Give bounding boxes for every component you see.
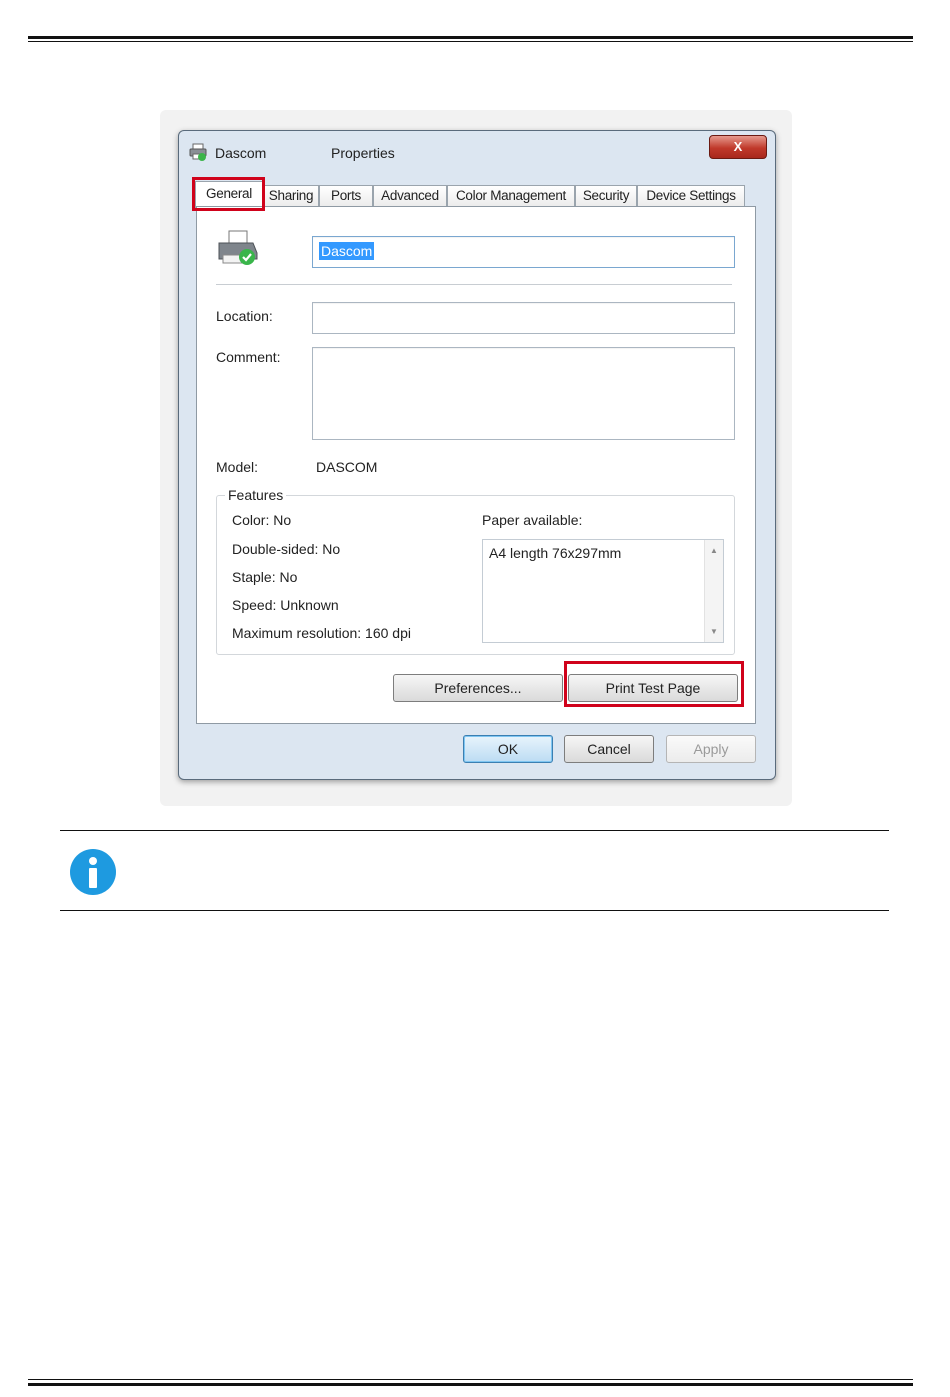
feature-speed: Speed: Unknown bbox=[232, 597, 339, 613]
printer-icon bbox=[189, 143, 207, 161]
printer-large-icon bbox=[218, 230, 258, 265]
tab-sharing[interactable]: Sharing bbox=[263, 185, 319, 206]
feature-color: Color: No bbox=[232, 512, 292, 528]
tab-advanced-label: Advanced bbox=[381, 188, 439, 203]
general-tab-highlight bbox=[192, 177, 265, 211]
location-label: Location: bbox=[216, 308, 273, 324]
title-printer-name: Dascom bbox=[215, 145, 267, 161]
apply-label: Apply bbox=[693, 741, 729, 757]
close-icon: X bbox=[733, 139, 743, 154]
tab-advanced[interactable]: Advanced bbox=[373, 185, 447, 206]
tab-color-management-label: Color Management bbox=[455, 188, 566, 203]
model-value: DASCOM bbox=[316, 459, 378, 475]
apply-button: Apply bbox=[666, 735, 756, 763]
tab-device-settings[interactable]: Device Settings bbox=[637, 185, 745, 206]
tab-ports-label: Ports bbox=[330, 188, 361, 203]
comment-textarea[interactable] bbox=[312, 347, 735, 440]
footer-rule-thin bbox=[28, 1379, 913, 1380]
features-legend: Features bbox=[225, 487, 287, 503]
cancel-button[interactable]: Cancel bbox=[564, 735, 654, 763]
feature-staple: Staple: No bbox=[232, 569, 298, 585]
preferences-label: Preferences... bbox=[434, 680, 522, 696]
paper-list-scrollbar[interactable]: ▲ ▼ bbox=[704, 540, 723, 642]
tab-device-settings-label: Device Settings bbox=[646, 188, 736, 203]
separator bbox=[216, 284, 732, 285]
feature-double-sided: Double-sided: No bbox=[232, 541, 341, 557]
tab-sharing-label: Sharing bbox=[268, 188, 314, 203]
note-bottom-rule bbox=[60, 910, 889, 911]
comment-label: Comment: bbox=[216, 349, 281, 365]
footer-rule bbox=[28, 1383, 913, 1386]
note-top-rule bbox=[60, 830, 889, 831]
tab-color-management[interactable]: Color Management bbox=[447, 185, 575, 206]
info-icon bbox=[70, 849, 116, 895]
tab-security-label: Security bbox=[582, 188, 630, 203]
title-text: Properties bbox=[331, 145, 395, 161]
feature-max-resolution: Maximum resolution: 160 dpi bbox=[232, 625, 411, 641]
scroll-down-icon[interactable]: ▼ bbox=[710, 627, 718, 636]
close-button[interactable]: X bbox=[709, 135, 767, 159]
ok-button[interactable]: OK bbox=[463, 735, 553, 763]
features-group: Features Color: No Double-sided: No Stap… bbox=[216, 487, 735, 655]
tab-security[interactable]: Security bbox=[575, 185, 637, 206]
paper-list[interactable]: A4 length 76x297mm ▲ ▼ bbox=[482, 539, 724, 643]
tab-ports[interactable]: Ports bbox=[319, 185, 373, 206]
title-bar: Dascom Properties X bbox=[179, 131, 775, 171]
model-label: Model: bbox=[216, 459, 259, 475]
location-input[interactable] bbox=[312, 302, 735, 334]
header-rule bbox=[28, 36, 913, 39]
printer-name-value: Dascom bbox=[319, 242, 375, 260]
header-rule-thin bbox=[28, 41, 913, 42]
print-test-page-highlight bbox=[564, 661, 744, 707]
ok-label: OK bbox=[497, 741, 519, 757]
cancel-label: Cancel bbox=[587, 741, 631, 757]
preferences-button-main[interactable]: Preferences... bbox=[393, 674, 563, 702]
printer-name-field[interactable]: Dascom bbox=[312, 236, 735, 268]
paper-available-label: Paper available: bbox=[482, 512, 583, 528]
general-panel: Dascom Location: Comment: Model: DASCOM … bbox=[196, 206, 756, 724]
paper-list-item[interactable]: A4 length 76x297mm bbox=[489, 545, 621, 561]
scroll-up-icon[interactable]: ▲ bbox=[710, 546, 718, 555]
